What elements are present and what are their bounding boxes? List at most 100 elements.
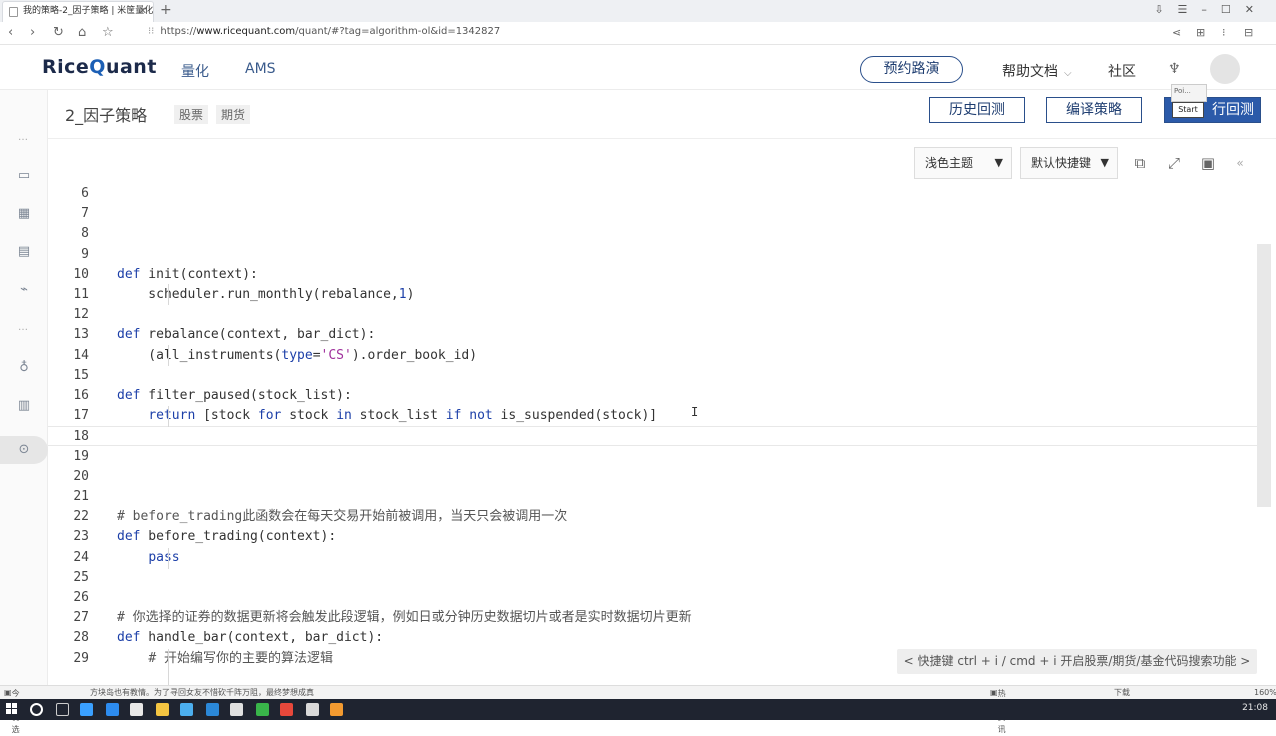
code-line[interactable]: 17 return [stock for stock in stock_list… [48, 406, 1258, 426]
share-icon[interactable]: ⋖ [1172, 26, 1181, 39]
collapse-icon[interactable]: ⊙ [14, 440, 34, 460]
status-news[interactable]: 方块岛也有教情。为了寻回女友不惜砍千阵万阻，最终梦想成真 [90, 687, 314, 699]
code-line[interactable]: 24 pass [48, 548, 1258, 568]
nav-ams[interactable]: AMS [245, 61, 276, 77]
code-line[interactable]: 25 [48, 568, 1258, 588]
status-hot-news[interactable]: ▣ 热点资讯 [990, 687, 1006, 734]
code-line[interactable]: 21 [48, 487, 1258, 507]
code-line[interactable]: 23 def before_trading(context): [48, 527, 1258, 547]
bookmark-star-icon[interactable]: ☆ [102, 25, 114, 40]
status-zoom[interactable]: 160% [1254, 687, 1276, 699]
code-text[interactable]: # before_trading此函数会在每天交易开始前被调用，当天只会被调用一… [117, 507, 567, 527]
windows-start-icon[interactable] [6, 703, 18, 715]
nav-quant[interactable]: 量化 [181, 61, 209, 81]
code-text[interactable]: scheduler.run_monthly(rebalance,1) [117, 285, 414, 305]
system-clock[interactable]: 21:08 [1242, 703, 1268, 713]
code-line[interactable]: 27 # 你选择的证券的数据更新将会触发此段逻辑，例如日或分钟历史数据切片或者是实… [48, 608, 1258, 628]
fullscreen-icon[interactable]: ⤢ [1164, 153, 1184, 173]
code-line[interactable]: 19 [48, 447, 1258, 467]
menu-icon[interactable]: ⁝ [1222, 26, 1226, 39]
code-text[interactable]: # 开始编写你的主要的算法逻辑 [117, 649, 333, 669]
extensions-icon[interactable]: ⊞ [1196, 26, 1205, 39]
compile-button[interactable]: 编译策略 [1046, 97, 1142, 123]
save-icon[interactable]: ▣ [1198, 153, 1218, 173]
app-icon[interactable] [306, 703, 319, 716]
reload-icon[interactable]: ↻ [53, 25, 64, 40]
code-line[interactable]: 20 [48, 467, 1258, 487]
code-text[interactable]: def init(context): [117, 265, 258, 285]
browser-tab[interactable]: 我的策略-2_因子策略 | 米筐量化 ✕ [2, 1, 154, 22]
status-download[interactable]: 下载 [1114, 687, 1130, 699]
status-recommend[interactable]: ▣ 今日优选 [4, 687, 20, 734]
search-icon[interactable] [30, 703, 43, 716]
code-line[interactable]: 16 def filter_paused(stock_list): [48, 386, 1258, 406]
code-text[interactable]: def filter_paused(stock_list): [117, 386, 352, 406]
code-line[interactable]: 15 [48, 366, 1258, 386]
app-icon[interactable] [156, 703, 169, 716]
code-line[interactable]: 12 [48, 305, 1258, 325]
app-icon[interactable] [130, 703, 143, 716]
new-tab-button[interactable]: + [160, 2, 172, 18]
code-line[interactable]: 28 def handle_bar(context, bar_dict): [48, 628, 1258, 648]
tag-stock: 股票 [174, 105, 209, 124]
editor-scrollbar[interactable] [1257, 244, 1271, 507]
strategy-title[interactable]: 2_因子策略 [65, 102, 147, 126]
collapse-left-icon[interactable]: « [1230, 153, 1250, 173]
code-line[interactable]: 26 [48, 588, 1258, 608]
code-text[interactable]: # 你选择的证券的数据更新将会触发此段逻辑，例如日或分钟历史数据切片或者是实时数… [117, 608, 692, 628]
line-number: 28 [73, 630, 89, 646]
url-field[interactable]: ⁝⁝ https://www.ricequant.com/quant/#?tag=… [148, 26, 500, 37]
code-line[interactable]: 6 [48, 184, 1258, 204]
bar-chart-icon[interactable]: ▥ [14, 396, 34, 416]
task-view-icon[interactable] [56, 703, 69, 716]
app-icon[interactable] [180, 703, 193, 716]
dashboard-icon[interactable]: ▭ [14, 166, 34, 186]
more-icon[interactable]: ⊟ [1244, 26, 1253, 39]
start-tooltip[interactable]: Start [1172, 102, 1204, 118]
code-text[interactable]: return [stock for stock in stock_list if… [117, 406, 657, 426]
code-line[interactable]: 10 def init(context): [48, 265, 1258, 285]
code-text[interactable]: def before_trading(context): [117, 527, 336, 547]
close-tab-icon[interactable]: ✕ [139, 2, 147, 21]
history-backtest-button[interactable]: 历史回测 [929, 97, 1025, 123]
theme-select[interactable]: 浅色主题 ▼ [914, 147, 1012, 179]
help-docs-link[interactable]: 帮助文档 ⌵ [1002, 61, 1072, 81]
keymap-select[interactable]: 默认快捷键 ▼ [1020, 147, 1118, 179]
home-icon[interactable]: ⌂ [78, 25, 86, 40]
avatar[interactable] [1210, 54, 1240, 84]
app-icon[interactable] [230, 703, 243, 716]
code-text[interactable]: def handle_bar(context, bar_dict): [117, 628, 383, 648]
code-line[interactable]: 9 [48, 245, 1258, 265]
code-line[interactable]: 14 (all_instruments(type='CS').order_boo… [48, 346, 1258, 366]
code-line[interactable]: 11 scheduler.run_monthly(rebalance,1) [48, 285, 1258, 305]
app-icon[interactable] [206, 703, 219, 716]
app-icon[interactable] [256, 703, 269, 716]
bulb-icon[interactable]: ♁ [14, 358, 34, 378]
code-line[interactable]: 7 [48, 204, 1258, 224]
app-icon[interactable] [280, 703, 293, 716]
app-icon[interactable] [330, 703, 343, 716]
back-icon[interactable]: ‹ [8, 25, 13, 40]
copy-icon[interactable]: ⧉ [1130, 153, 1150, 173]
app-icon[interactable] [106, 703, 119, 716]
table-icon[interactable]: ▦ [14, 204, 34, 224]
code-line[interactable]: 8 [48, 224, 1258, 244]
community-link[interactable]: 社区 [1108, 61, 1136, 81]
code-text[interactable]: def rebalance(context, bar_dict): [117, 325, 375, 345]
code-line[interactable]: 18 [48, 426, 1258, 447]
code-editor[interactable]: 29 # 开始编写你的主要的算法逻辑 28 def handle_bar(conte… [48, 184, 1276, 685]
window-controls[interactable]: ⇩☰–☐✕ [1154, 3, 1268, 16]
app-icon[interactable] [80, 703, 93, 716]
line-number: 23 [73, 529, 89, 545]
roadshow-button[interactable]: 预约路演 [860, 56, 963, 83]
strategy-bar: 2_因子策略 股票 期货 历史回测 编译策略 行回测 [48, 90, 1276, 132]
document-icon[interactable]: ▤ [14, 242, 34, 262]
ricequant-logo[interactable]: RiceQuant [42, 56, 157, 78]
code-line[interactable]: 13 def rebalance(context, bar_dict): [48, 325, 1258, 345]
forward-icon[interactable]: › [30, 25, 35, 40]
line-chart-icon[interactable]: ⌁ [14, 280, 34, 300]
code-text[interactable]: (all_instruments(type='CS').order_book_i… [117, 346, 477, 366]
code-text[interactable]: pass [117, 548, 179, 568]
code-line[interactable]: 22 # before_trading此函数会在每天交易开始前被调用，当天只会被调… [48, 507, 1258, 527]
shirt-icon[interactable]: ♆ [1168, 61, 1181, 77]
